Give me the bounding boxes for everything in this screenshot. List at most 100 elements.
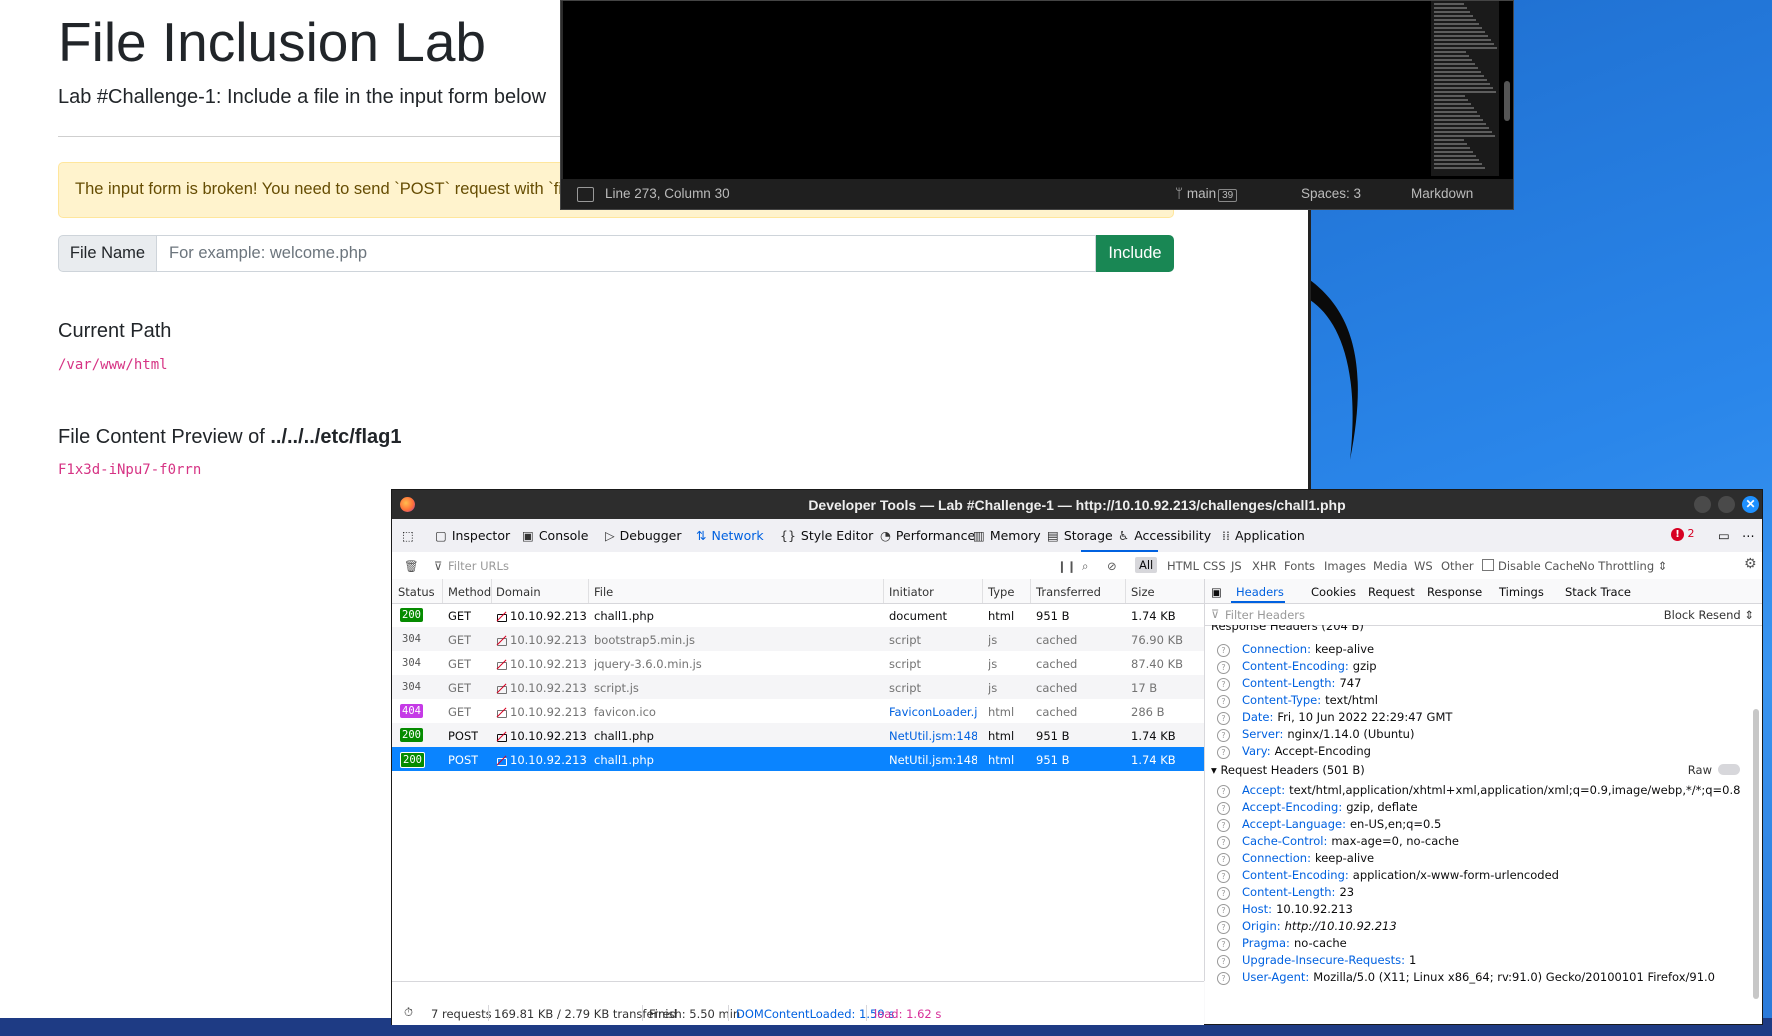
editor-text-area[interactable]: [563, 1, 1513, 179]
col-divider[interactable]: [442, 579, 443, 603]
tab-cookies[interactable]: Cookies: [1311, 585, 1356, 599]
block-icon[interactable]: ⊘: [1107, 559, 1117, 573]
filter-type-css[interactable]: CSS: [1203, 559, 1226, 573]
help-icon[interactable]: ?: [1217, 729, 1230, 742]
col-domain[interactable]: Domain: [496, 585, 541, 599]
help-icon[interactable]: ?: [1217, 785, 1230, 798]
tab-network[interactable]: ⇅ Network: [696, 528, 764, 543]
help-icon[interactable]: ?: [1217, 870, 1230, 883]
filter-type-xhr[interactable]: XHR: [1252, 559, 1277, 573]
col-divider[interactable]: [1125, 579, 1126, 603]
col-divider[interactable]: [883, 579, 884, 603]
tab-application[interactable]: ⁞⁞ Application: [1222, 528, 1305, 543]
help-icon[interactable]: ?: [1217, 904, 1230, 917]
more-options-icon[interactable]: ⋯: [1742, 528, 1755, 543]
request-row[interactable]: 304 GET 10.10.92.213 bootstrap5.min.js s…: [392, 627, 1204, 651]
filter-headers-input[interactable]: Filter Headers: [1225, 608, 1305, 622]
col-type[interactable]: Type: [988, 585, 1014, 599]
sidebar-toggle-icon[interactable]: [577, 187, 594, 202]
filter-type-html[interactable]: HTML: [1167, 559, 1199, 573]
request-headers-section[interactable]: ▾ Request Headers (501 B): [1211, 763, 1365, 777]
help-icon[interactable]: ?: [1217, 938, 1230, 951]
filter-urls-input[interactable]: Filter URLs: [448, 559, 509, 573]
disable-cache-checkbox[interactable]: Disable Cache: [1482, 559, 1580, 573]
file-name-input[interactable]: [156, 235, 1096, 272]
help-icon[interactable]: ?: [1217, 661, 1230, 674]
error-count-badge[interactable]: ! 2: [1671, 527, 1695, 541]
request-row[interactable]: 200 POST 10.10.92.213 chall1.php NetUtil…: [392, 723, 1204, 747]
tab-inspector[interactable]: ▢ Inspector: [435, 528, 510, 543]
tab-console[interactable]: ▣ Console: [522, 528, 588, 543]
tab-headers[interactable]: Headers: [1236, 585, 1284, 599]
request-initiator[interactable]: FaviconLoader.js…: [889, 705, 977, 719]
editor-minimap[interactable]: [1431, 1, 1499, 176]
help-icon[interactable]: ?: [1217, 712, 1230, 725]
request-row-selected[interactable]: 200 POST 10.10.92.213 chall1.php NetUtil…: [392, 747, 1204, 771]
indentation-setting[interactable]: Spaces: 3: [1301, 186, 1361, 201]
help-icon[interactable]: ?: [1217, 955, 1230, 968]
request-initiator[interactable]: NetUtil.jsm:148 (…: [889, 753, 977, 767]
col-size[interactable]: Size: [1131, 585, 1155, 599]
toggle-panel-icon[interactable]: ▣: [1211, 585, 1222, 599]
filter-type-js[interactable]: JS: [1231, 559, 1242, 573]
col-divider[interactable]: [588, 579, 589, 603]
raw-toggle[interactable]: Raw: [1688, 763, 1740, 777]
filter-type-images[interactable]: Images: [1324, 559, 1366, 573]
filter-type-other[interactable]: Other: [1441, 559, 1474, 573]
tab-accessibility[interactable]: ♿ Accessibility: [1118, 528, 1211, 543]
tab-performance[interactable]: ◔ Performance: [880, 528, 975, 543]
pause-icon[interactable]: ❙❙: [1057, 559, 1076, 573]
tab-request[interactable]: Request: [1368, 585, 1415, 599]
block-button[interactable]: Block: [1664, 608, 1695, 622]
help-icon[interactable]: ?: [1217, 678, 1230, 691]
filter-type-media[interactable]: Media: [1373, 559, 1408, 573]
help-icon[interactable]: ?: [1217, 644, 1230, 657]
maximize-button[interactable]: [1718, 496, 1735, 513]
tab-stack-trace[interactable]: Stack Trace: [1565, 585, 1631, 599]
throttling-select[interactable]: No Throttling ⇕: [1579, 559, 1667, 573]
help-icon[interactable]: ?: [1217, 802, 1230, 815]
help-icon[interactable]: ?: [1217, 921, 1230, 934]
col-initiator[interactable]: Initiator: [889, 585, 934, 599]
search-icon[interactable]: ⌕: [1082, 559, 1088, 574]
editor-scrollbar[interactable]: [1504, 81, 1510, 121]
details-scrollbar[interactable]: [1753, 709, 1759, 999]
resend-button[interactable]: Resend ⇕: [1699, 608, 1755, 622]
filter-type-all[interactable]: All: [1135, 557, 1158, 573]
help-icon[interactable]: ?: [1217, 836, 1230, 849]
col-file[interactable]: File: [594, 585, 613, 599]
dock-options-icon[interactable]: ▭: [1718, 528, 1730, 543]
col-method[interactable]: Method: [448, 585, 491, 599]
minimize-button[interactable]: [1694, 496, 1711, 513]
request-row[interactable]: 404 GET 10.10.92.213 favicon.ico Favicon…: [392, 699, 1204, 723]
tab-debugger[interactable]: ▷ Debugger: [605, 528, 682, 543]
syntax-language[interactable]: Markdown: [1411, 186, 1473, 201]
help-icon[interactable]: ?: [1217, 972, 1230, 985]
request-row[interactable]: 304 GET 10.10.92.213 jquery-3.6.0.min.js…: [392, 651, 1204, 675]
filter-type-fonts[interactable]: Fonts: [1284, 559, 1315, 573]
col-divider[interactable]: [1030, 579, 1031, 603]
cursor-position[interactable]: Line 273, Column 30: [605, 186, 730, 201]
request-row[interactable]: 200 GET 10.10.92.213 chall1.php document…: [392, 603, 1204, 627]
help-icon[interactable]: ?: [1217, 746, 1230, 759]
tab-timings[interactable]: Timings: [1499, 585, 1544, 599]
network-settings-icon[interactable]: ⚙: [1744, 556, 1757, 572]
tab-style-editor[interactable]: {} Style Editor: [780, 528, 873, 543]
col-status[interactable]: Status: [398, 585, 435, 599]
stopwatch-icon[interactable]: ⏱: [404, 1005, 413, 1020]
col-transferred[interactable]: Transferred: [1036, 585, 1101, 599]
help-icon[interactable]: ?: [1217, 695, 1230, 708]
request-row[interactable]: 304 GET 10.10.92.213 script.js script js…: [392, 675, 1204, 699]
element-picker-icon[interactable]: ⬚: [402, 528, 414, 543]
close-button[interactable]: ✕: [1742, 496, 1759, 513]
help-icon[interactable]: ?: [1217, 853, 1230, 866]
tab-storage[interactable]: ▤ Storage: [1047, 528, 1113, 543]
col-divider[interactable]: [491, 579, 492, 603]
help-icon[interactable]: ?: [1217, 887, 1230, 900]
filter-type-ws[interactable]: WS: [1414, 559, 1433, 573]
git-branch[interactable]: ᛘ main 39: [1175, 186, 1238, 202]
include-button[interactable]: Include: [1096, 235, 1174, 272]
col-divider[interactable]: [982, 579, 983, 603]
clear-requests-icon[interactable]: 🗑: [404, 559, 419, 573]
tab-memory[interactable]: ▥ Memory: [973, 528, 1041, 543]
